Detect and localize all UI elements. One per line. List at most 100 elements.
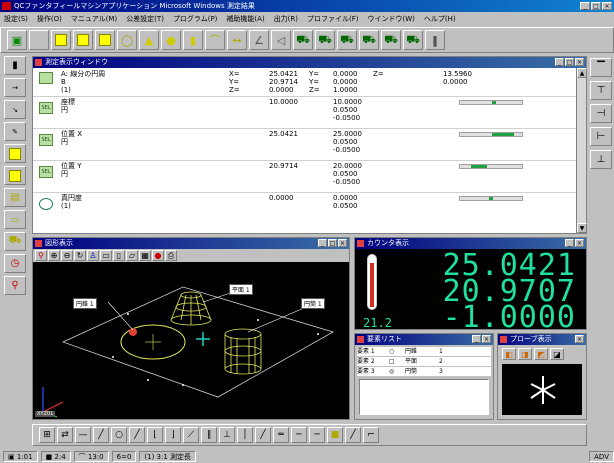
rotate-icon[interactable]: ↻	[74, 250, 86, 261]
menu-item-4[interactable]: プログラム(P)	[173, 14, 217, 24]
point-tool-icon[interactable]	[51, 30, 71, 50]
graphics-min-button[interactable]: _	[318, 239, 327, 247]
slash-icon[interactable]: ╱	[93, 427, 109, 443]
corner-icon[interactable]: ⌐	[363, 427, 379, 443]
scroll-down-icon[interactable]: ▼	[577, 223, 587, 233]
bracket-icon-2[interactable]: ⌋	[165, 427, 181, 443]
print-icon[interactable]: ⎙	[165, 250, 177, 261]
feature-icon[interactable]: SEL	[39, 102, 53, 114]
probe-close-button[interactable]: ×	[575, 335, 584, 343]
minimize-button[interactable]: _	[580, 2, 590, 10]
curve-tool-icon[interactable]: ⌒	[205, 30, 225, 50]
probe-d-icon[interactable]: ⛟	[359, 30, 379, 50]
list-item[interactable]: 要素 2 □ 平面 2	[357, 357, 491, 367]
menu-item-3[interactable]: 公差設定(T)	[126, 14, 164, 24]
zoom-in-icon[interactable]: ⊕	[48, 250, 60, 261]
list-item[interactable]: 要素 3 ◎ 円筒 3	[357, 367, 491, 377]
feature-icon[interactable]: SEL	[39, 166, 53, 178]
column-tool-icon[interactable]: ‖	[425, 30, 445, 50]
slash-icon-2[interactable]: ╱	[129, 427, 145, 443]
feature-icon[interactable]	[39, 198, 53, 210]
zoom-out-icon[interactable]: ⊖	[61, 250, 73, 261]
probe-a-icon[interactable]: ⛟	[293, 30, 313, 50]
probe-c-icon[interactable]: ⛟	[337, 30, 357, 50]
figure-icon[interactable]: ♙	[87, 250, 99, 261]
align-bottom-icon[interactable]: ⊥	[590, 150, 612, 169]
yellow-square-icon-2[interactable]	[4, 166, 26, 185]
maximize-button[interactable]: □	[591, 2, 601, 10]
graphics-max-button[interactable]: □	[328, 239, 337, 247]
probe-tool-b-icon[interactable]: ◨	[518, 348, 532, 360]
3d-scene[interactable]	[33, 262, 349, 419]
shape-icon[interactable]: ⌓	[4, 210, 26, 229]
perpendicular-icon[interactable]: ⊥	[219, 427, 235, 443]
menu-item-0[interactable]: 設定(S)	[4, 14, 28, 24]
clock-icon[interactable]: ◷	[4, 254, 26, 273]
menu-item-5[interactable]: 補助機能(A)	[226, 14, 264, 24]
gauge-icon[interactable]: ⚲	[4, 276, 26, 295]
panel-min-button[interactable]: _	[555, 58, 564, 66]
probe-panel-titlebar[interactable]: プローブ表示 ×	[498, 334, 586, 345]
cone-tool-icon[interactable]: ▲	[139, 30, 159, 50]
plane-tool-icon[interactable]	[95, 30, 115, 50]
vertical-icon[interactable]: │	[237, 427, 253, 443]
menu-item-2[interactable]: マニュアル(M)	[71, 14, 117, 24]
cylinder-tool-icon[interactable]: ▮	[183, 30, 203, 50]
line-tool-icon[interactable]	[73, 30, 93, 50]
yellow-square-icon[interactable]	[4, 144, 26, 163]
graphics-panel-titlebar[interactable]: 図形表示 _ □ ×	[33, 238, 349, 249]
blank-tool-icon-2[interactable]: ◁	[271, 30, 291, 50]
panel-max-button[interactable]: □	[565, 58, 574, 66]
probe-e-icon[interactable]: ⛟	[381, 30, 401, 50]
counter-min-button[interactable]: _	[565, 239, 574, 247]
measurement-scrollbar[interactable]: ▲ ▼	[576, 68, 587, 233]
highlight-icon[interactable]: ■	[327, 427, 343, 443]
car-icon[interactable]: ⛟	[4, 232, 26, 251]
line-icon[interactable]: —	[75, 427, 91, 443]
probe-icon[interactable]: ▮	[4, 56, 26, 75]
probe-tool-a-icon[interactable]: ◧	[502, 348, 516, 360]
step-icon[interactable]: ↘	[4, 100, 26, 119]
document-icon[interactable]: ▤	[4, 188, 26, 207]
recall-icon[interactable]: ⇄	[57, 427, 73, 443]
slash-icon-3[interactable]: ╱	[255, 427, 271, 443]
dash-icon[interactable]: ─	[291, 427, 307, 443]
close-button[interactable]: ×	[602, 2, 612, 10]
probe-tool-c-icon[interactable]: ◩	[534, 348, 548, 360]
3d-viewport[interactable]: 円錐 1 平面 1 円筒 1 XYZ01	[33, 262, 349, 419]
scroll-up-icon[interactable]: ▲	[577, 68, 587, 78]
probe-tool-d-icon[interactable]: ◪	[550, 348, 564, 360]
grid-icon[interactable]: ▦	[139, 250, 151, 261]
circle-icon[interactable]: ○	[111, 427, 127, 443]
menu-item-9[interactable]: ヘルプ(H)	[424, 14, 456, 24]
view-front-icon[interactable]: ▭	[100, 250, 112, 261]
measurement-panel-titlebar[interactable]: 測定表示ウィンドウ _ □ ×	[33, 57, 586, 68]
angle-tool-icon[interactable]: ∠	[249, 30, 269, 50]
sphere-tool-icon[interactable]: ●	[161, 30, 181, 50]
open-file-icon[interactable]: ▣	[7, 30, 27, 50]
probe-b-icon[interactable]: ⛟	[315, 30, 335, 50]
list-item[interactable]: 要素 1 ○ 円錐 1	[357, 347, 491, 357]
edit-icon[interactable]: ✎	[4, 122, 26, 141]
equal-icon[interactable]: ═	[273, 427, 289, 443]
graphics-close-button[interactable]: ×	[338, 239, 347, 247]
dash-icon-2[interactable]: ─	[309, 427, 325, 443]
move-icon[interactable]: →	[4, 78, 26, 97]
zoom-icon[interactable]: ⚲	[35, 250, 47, 261]
menu-item-6[interactable]: 出力(R)	[274, 14, 298, 24]
counter-close-button[interactable]: ×	[575, 239, 584, 247]
align-right-icon[interactable]: ⊣	[590, 104, 612, 123]
menu-item-8[interactable]: ウインドウ(W)	[368, 14, 415, 24]
window-titlebar[interactable]: QCファンタフィールマシンアプリケーション Microsoft Windows …	[0, 0, 614, 12]
view-side-icon[interactable]: ▯	[113, 250, 125, 261]
point-icon[interactable]: ●	[152, 250, 164, 261]
list-min-button[interactable]: _	[472, 335, 481, 343]
probe-f-icon[interactable]: ⛟	[403, 30, 423, 50]
feature-icon[interactable]: SEL	[39, 134, 53, 146]
list-close-button[interactable]: ×	[482, 335, 491, 343]
blank-tool-icon[interactable]	[29, 30, 49, 50]
diagonal-icon[interactable]: ⟋	[183, 427, 199, 443]
distance-tool-icon[interactable]: ↔	[227, 30, 247, 50]
parallel-icon[interactable]: ∥	[201, 427, 217, 443]
panel-close-button[interactable]: ×	[575, 58, 584, 66]
